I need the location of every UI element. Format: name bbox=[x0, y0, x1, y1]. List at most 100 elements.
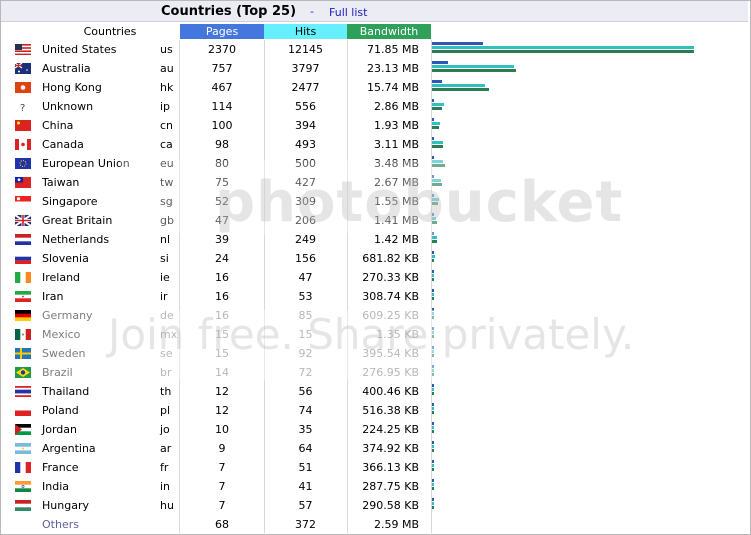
pages-value: 98 bbox=[215, 138, 229, 151]
bandwidth-value: 290.58 KB bbox=[362, 499, 419, 512]
bandwidth-value: 308.74 KB bbox=[362, 290, 419, 303]
hits-value: 500 bbox=[295, 157, 316, 170]
hits-value: 15 bbox=[298, 328, 313, 341]
pages-value: 467 bbox=[211, 81, 233, 94]
pages-value: 16 bbox=[215, 290, 229, 303]
bandwidth-bar bbox=[432, 392, 434, 395]
panel-title: Countries (Top 25) bbox=[161, 4, 297, 19]
pages-bar bbox=[432, 61, 448, 64]
fr-flag-icon bbox=[15, 462, 31, 473]
pages-value: 2370 bbox=[208, 43, 236, 56]
bandwidth-bar bbox=[432, 145, 443, 148]
pages-bar bbox=[432, 80, 442, 83]
column-header-bandwidth: Bandwidth bbox=[347, 24, 431, 39]
nl-flag-icon bbox=[15, 234, 31, 245]
ir-flag-icon bbox=[15, 291, 31, 302]
country-name: Taiwan bbox=[42, 176, 80, 189]
pages-value: 52 bbox=[215, 195, 229, 208]
country-name: Great Britain bbox=[42, 214, 113, 227]
pages-bar bbox=[432, 270, 434, 273]
pages-value: 68 bbox=[215, 518, 229, 531]
cn-flag-icon bbox=[15, 120, 31, 131]
hits-bar bbox=[432, 255, 435, 258]
pages-bar bbox=[432, 422, 434, 425]
bandwidth-value: 1.55 MB bbox=[373, 195, 419, 208]
pages-bar bbox=[432, 118, 434, 121]
pages-value: 14 bbox=[215, 366, 229, 379]
pages-value: 16 bbox=[215, 309, 229, 322]
pages-value: 100 bbox=[211, 119, 233, 132]
country-code: us bbox=[160, 43, 173, 56]
hits-bar bbox=[432, 388, 434, 391]
country-code: ie bbox=[160, 271, 170, 284]
hits-value: 57 bbox=[298, 499, 313, 512]
bandwidth-bar bbox=[432, 354, 434, 357]
bandwidth-bar bbox=[432, 240, 437, 243]
bandwidth-bar bbox=[432, 202, 438, 205]
hits-value: 74 bbox=[298, 404, 313, 417]
country-name: Hungary bbox=[42, 499, 89, 512]
country-name: Unknown bbox=[42, 100, 94, 113]
country-code: ca bbox=[160, 138, 173, 151]
pages-value: 75 bbox=[215, 176, 229, 189]
pages-value: 24 bbox=[215, 252, 229, 265]
pages-bar bbox=[432, 289, 434, 292]
country-name: Hong Kong bbox=[42, 81, 102, 94]
country-code: hk bbox=[160, 81, 174, 94]
hits-bar bbox=[432, 464, 434, 467]
bandwidth-bar bbox=[432, 50, 694, 53]
hits-bar bbox=[432, 122, 440, 125]
hits-bar bbox=[432, 160, 443, 163]
pages-bar bbox=[432, 99, 434, 102]
bandwidth-bar bbox=[432, 259, 434, 262]
bandwidth-value: 224.25 KB bbox=[362, 423, 419, 436]
panel-titlebar: Countries (Top 25) - Full list bbox=[1, 1, 748, 22]
hits-value: 92 bbox=[298, 347, 313, 360]
bandwidth-value: 609.25 KB bbox=[362, 309, 419, 322]
column-header-pages: Pages bbox=[180, 24, 264, 39]
pages-value: 12 bbox=[215, 385, 229, 398]
hits-bar bbox=[432, 369, 434, 372]
pages-value: 39 bbox=[215, 233, 229, 246]
pages-value: 7 bbox=[218, 461, 226, 474]
country-name: Argentina bbox=[42, 442, 96, 455]
pages-bar bbox=[432, 346, 434, 349]
au-flag-icon bbox=[15, 63, 31, 74]
pages-value: 16 bbox=[215, 271, 229, 284]
sg-flag-icon bbox=[15, 196, 31, 207]
pages-value: 9 bbox=[218, 442, 226, 455]
hits-bar bbox=[432, 65, 514, 68]
bandwidth-value: 276.95 KB bbox=[362, 366, 419, 379]
column-header-hits: Hits bbox=[264, 24, 347, 39]
ca-flag-icon bbox=[15, 139, 31, 150]
bandwidth-bar bbox=[432, 278, 434, 281]
pages-value: 7 bbox=[218, 480, 226, 493]
bandwidth-bar bbox=[432, 164, 445, 167]
bandwidth-bar bbox=[432, 297, 434, 300]
country-name: Slovenia bbox=[42, 252, 89, 265]
bandwidth-value: 366.13 KB bbox=[362, 461, 419, 474]
pages-bar bbox=[432, 213, 434, 216]
in-flag-icon bbox=[15, 481, 31, 492]
pages-value: 757 bbox=[211, 62, 233, 75]
title-separator: - bbox=[310, 5, 314, 18]
country-code: eu bbox=[160, 157, 174, 170]
country-code: sg bbox=[160, 195, 173, 208]
bandwidth-bar bbox=[432, 335, 434, 338]
hk-flag-icon bbox=[15, 82, 31, 93]
si-flag-icon bbox=[15, 253, 31, 264]
th-flag-icon bbox=[15, 386, 31, 397]
hits-value: 309 bbox=[295, 195, 316, 208]
bandwidth-value: 1.93 MB bbox=[373, 119, 419, 132]
full-list-link[interactable]: Full list bbox=[329, 6, 367, 19]
country-code: tw bbox=[160, 176, 174, 189]
hits-bar bbox=[432, 46, 694, 49]
hits-value: 493 bbox=[295, 138, 316, 151]
country-name: India bbox=[42, 480, 69, 493]
country-code: de bbox=[160, 309, 174, 322]
pages-value: 10 bbox=[215, 423, 229, 436]
bandwidth-value: 516.38 KB bbox=[362, 404, 419, 417]
bandwidth-bar bbox=[432, 506, 434, 509]
de-flag-icon bbox=[15, 310, 31, 321]
hits-value: 394 bbox=[295, 119, 316, 132]
